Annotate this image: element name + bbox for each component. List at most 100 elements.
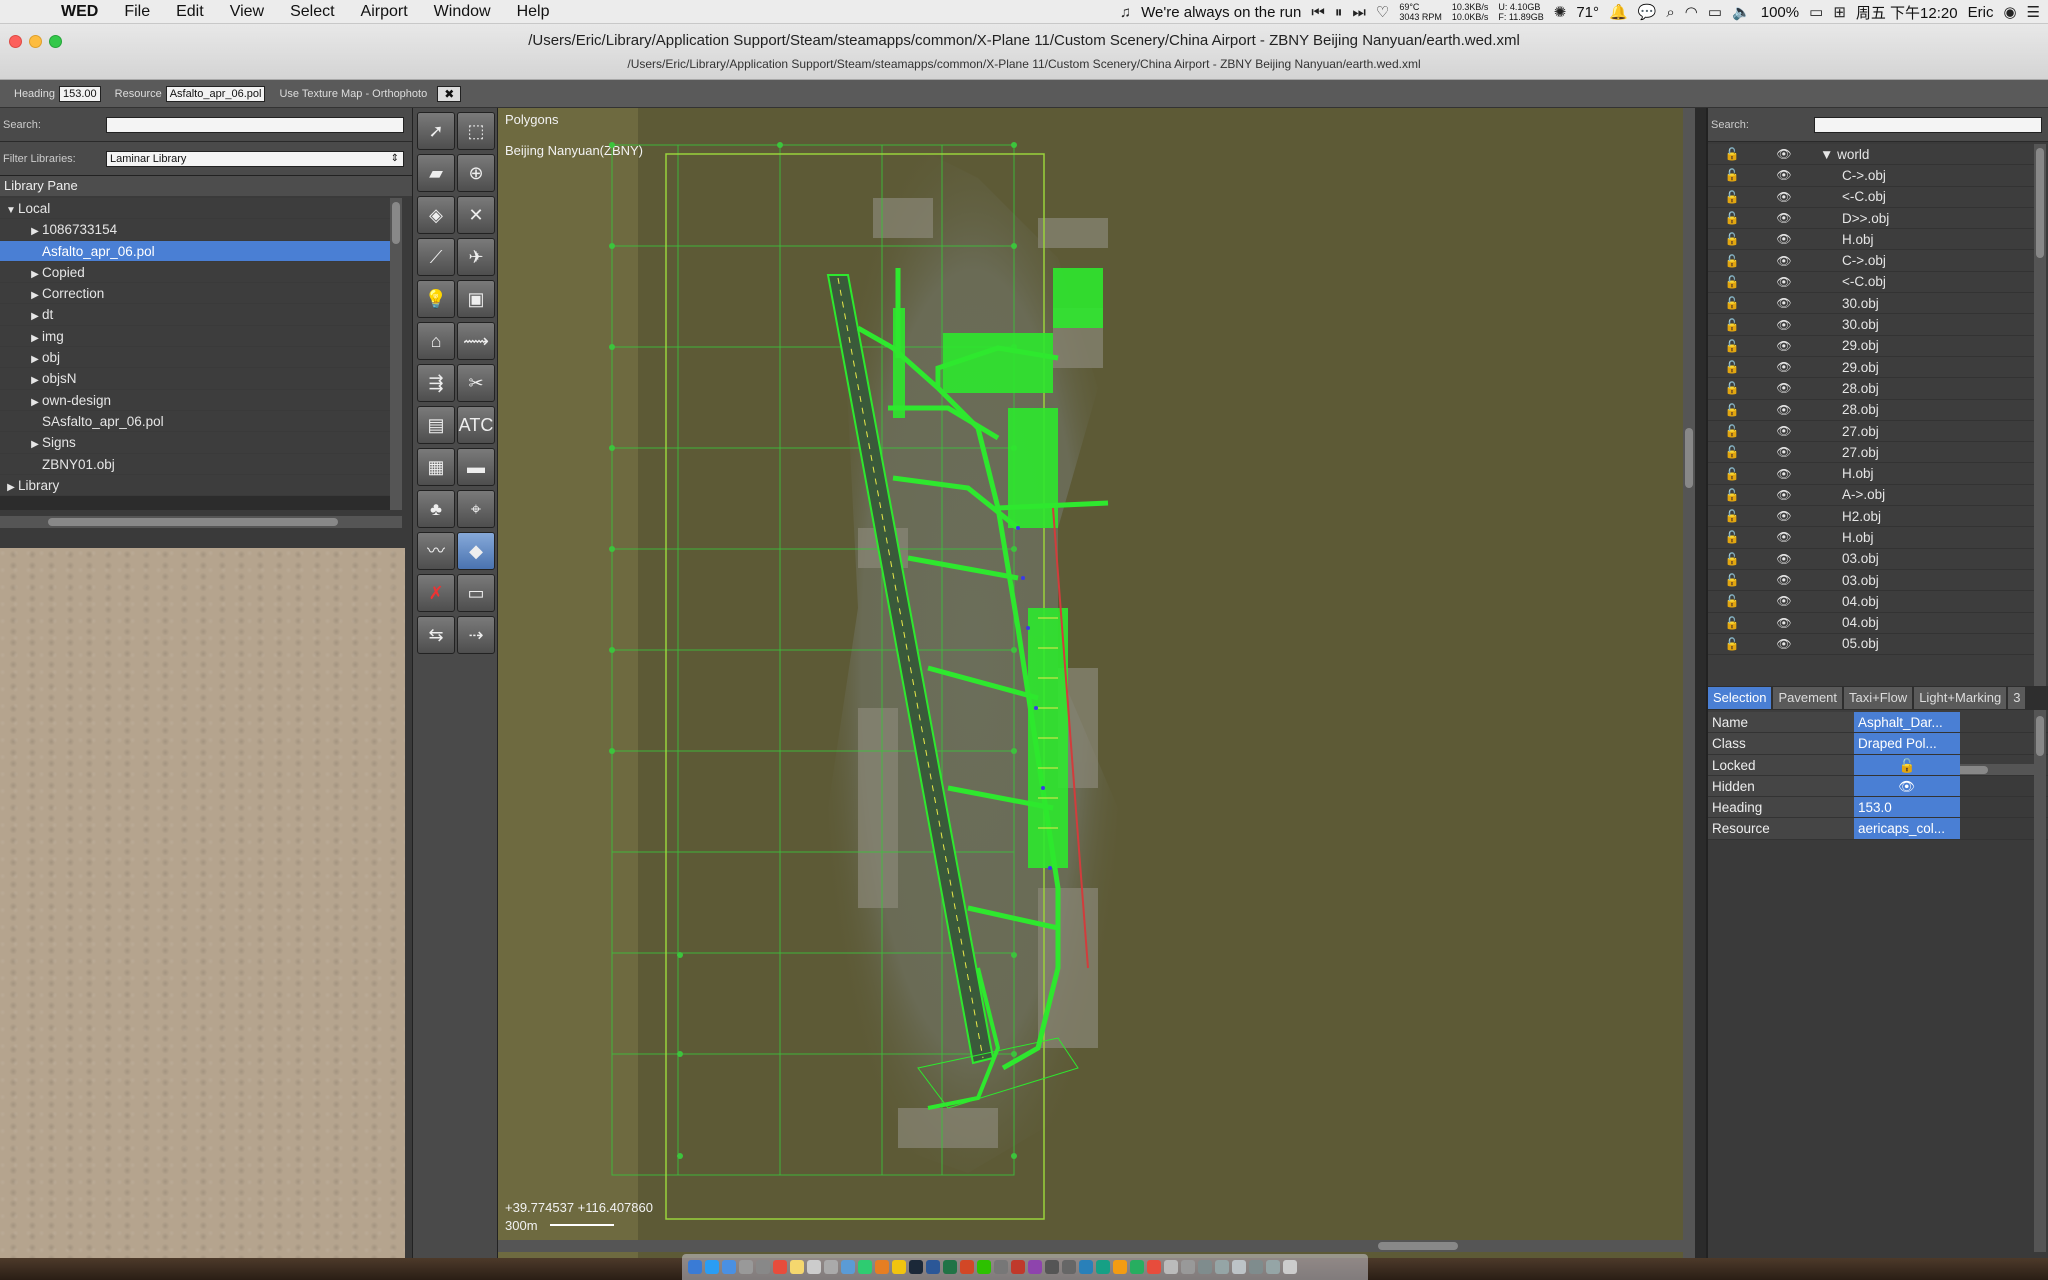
qq-icon[interactable] [1130,1260,1144,1274]
ramp-start-tool-button[interactable]: ✈ [457,238,495,276]
screenshot-icon[interactable] [1232,1260,1246,1274]
xcode-icon[interactable] [841,1260,855,1274]
wifi-icon[interactable]: ◠ [1685,3,1698,21]
lock-toggle-icon[interactable]: 🔓 [1708,168,1756,182]
tower-viewpoint-tool-button[interactable]: ⌂ [417,322,455,360]
powerpoint-icon[interactable] [960,1260,974,1274]
hierarchy-row[interactable]: 🔓 👁 04.obj [1708,613,2034,634]
visibility-toggle-icon[interactable]: 👁 [1756,403,1812,417]
lock-toggle-icon[interactable]: 🔓 [1708,147,1756,161]
disclosure-closed-icon[interactable]: ▶ [28,221,42,239]
wed-icon[interactable] [1062,1260,1076,1274]
menu-file[interactable]: File [111,3,163,21]
visibility-toggle-icon[interactable]: 👁 [1756,296,1812,310]
visibility-toggle-icon[interactable]: 👁 [1756,339,1812,353]
lock-toggle-icon[interactable]: 🔓 [1708,509,1756,523]
object-string-tool-button[interactable]: ▦ [417,448,455,486]
property-value[interactable]: Asphalt_Dar... [1854,712,1960,733]
hierarchy-row[interactable]: 🔓 👁 28.obj [1708,378,2034,400]
property-tab[interactable]: Selection [1708,687,1772,709]
airport-drawing[interactable] [498,108,1683,1258]
disclosure-open-icon[interactable]: ▼ [1820,147,1837,162]
taxi-route-tool-button[interactable]: ⇶ [417,364,455,402]
hierarchy-row[interactable]: 🔓 👁 05.obj [1708,634,2034,656]
exclusion-tool-button[interactable]: ✗ [417,574,455,612]
menu-airport[interactable]: Airport [348,3,421,21]
visibility-toggle-icon[interactable]: 👁 [1756,147,1812,161]
atc-tool-button[interactable]: ATC [457,406,495,444]
disclosure-closed-icon[interactable]: ▶ [28,264,42,282]
lock-toggle-icon[interactable]: 🔓 [1708,488,1756,502]
hierarchy-row[interactable]: 🔓 👁 H2.obj [1708,506,2034,528]
lock-toggle-icon[interactable]: 🔓 [1708,467,1756,481]
property-vertical-scrollbar[interactable] [2034,712,2046,1252]
hierarchy-row[interactable]: 🔓 👁 A->.obj [1708,485,2034,507]
calendar-icon[interactable] [773,1260,787,1274]
visibility-toggle-icon[interactable]: 👁 [1756,530,1812,544]
weather-temp[interactable]: 71° [1576,4,1599,21]
menu-view[interactable]: View [217,3,277,21]
photoshop-icon[interactable] [1079,1260,1093,1274]
visibility-toggle-icon[interactable]: 👁 [1756,275,1812,289]
library-tree-item[interactable]: ZBNY01.obj [0,453,390,475]
disclosure-open-icon[interactable]: ▼ [4,200,18,218]
volume-icon[interactable]: 🔈 [1732,3,1751,21]
lock-toggle-icon[interactable]: 🔓 [1708,445,1756,459]
vertex-tool-button[interactable]: ➚ [417,112,455,150]
downloads-icon[interactable] [1215,1260,1229,1274]
heart-icon[interactable]: ♡ [1376,3,1389,21]
weather-icon[interactable]: ✺ [1554,3,1567,21]
library-tree-item[interactable]: ▶ Library [0,474,390,497]
library-tree-item[interactable]: ▶ Correction [0,283,390,305]
notes-icon[interactable] [790,1260,804,1274]
hierarchy-row[interactable]: 🔓 👁 30.obj [1708,293,2034,315]
steam-icon[interactable] [909,1260,923,1274]
property-value[interactable]: 🔓 [1854,754,1960,775]
hierarchy-row[interactable]: 🔓 👁 H.obj [1708,527,2034,549]
truck-route-tool-button[interactable]: ✂ [457,364,495,402]
hierarchy-root-row[interactable]: 🔓 👁 ▼ world [1708,144,2034,166]
property-tab[interactable]: 3 [2008,687,2026,709]
preview-icon[interactable] [807,1260,821,1274]
notification-center-icon[interactable]: ☰ [2027,3,2040,21]
hierarchy-row[interactable]: 🔓 👁 28.obj [1708,400,2034,421]
sealane-tool-button[interactable]: ◈ [417,196,455,234]
documents-icon[interactable] [1249,1260,1263,1274]
lock-toggle-icon[interactable]: 🔓 [1708,573,1756,587]
helipad-tool-button[interactable]: ⊕ [457,154,495,192]
itunes-icon[interactable] [1028,1260,1042,1274]
visibility-toggle-icon[interactable]: 👁 [1756,168,1812,182]
menu-window[interactable]: Window [421,3,504,21]
visibility-toggle-icon[interactable]: 👁 [1756,381,1812,395]
library-tree-item[interactable]: ▶ own-design [0,389,390,411]
lock-toggle-icon[interactable]: 🔓 [1708,594,1756,608]
hierarchy-row[interactable]: 🔓 👁 29.obj [1708,357,2034,379]
lock-toggle-icon[interactable]: 🔓 [1708,381,1756,395]
mem-monitor[interactable]: U: 4.10GB F: 11.89GB [1498,2,1543,22]
input-method-icon[interactable]: ⊞ [1833,3,1846,21]
lock-toggle-icon[interactable]: 🔓 [1708,339,1756,353]
library-tree-item[interactable]: ▶ img [0,325,390,348]
hierarchy-row[interactable]: 🔓 👁 <-C.obj [1708,187,2034,208]
visibility-toggle-icon[interactable]: 👁 [1756,424,1812,438]
disclosure-closed-icon[interactable]: ▶ [28,349,42,367]
lock-toggle-icon[interactable]: 🔓 [1708,190,1756,204]
library-tree-item[interactable]: ▶ objsN [0,368,390,390]
hierarchy-row[interactable]: 🔓 👁 03.obj [1708,549,2034,570]
road-tool-button[interactable]: ⇆ [417,616,455,654]
map-vscroll-thumb[interactable] [1685,428,1693,488]
texture-map-toggle[interactable]: ✖ [437,85,462,102]
hierarchy-row[interactable]: 🔓 👁 04.obj [1708,591,2034,613]
visibility-toggle-icon[interactable]: 👁 [1756,211,1812,225]
library-tree-item[interactable]: ▶ dt [0,304,390,326]
runway-tool-button[interactable]: ▰ [417,154,455,192]
hierarchy-search-input[interactable] [1814,116,2042,133]
autogen-tool-button[interactable]: ▭ [457,574,495,612]
hierarchy-row[interactable]: 🔓 👁 27.obj [1708,421,2034,443]
fan-monitor[interactable]: 69°C 3043 RPM [1399,2,1442,22]
lock-toggle-icon[interactable]: 🔓 [1708,296,1756,310]
terminal-icon[interactable] [994,1260,1008,1274]
property-value[interactable]: 153.0 [1854,797,1960,818]
now-playing[interactable]: We're always on the run [1141,4,1301,21]
menu-edit[interactable]: Edit [163,3,217,21]
